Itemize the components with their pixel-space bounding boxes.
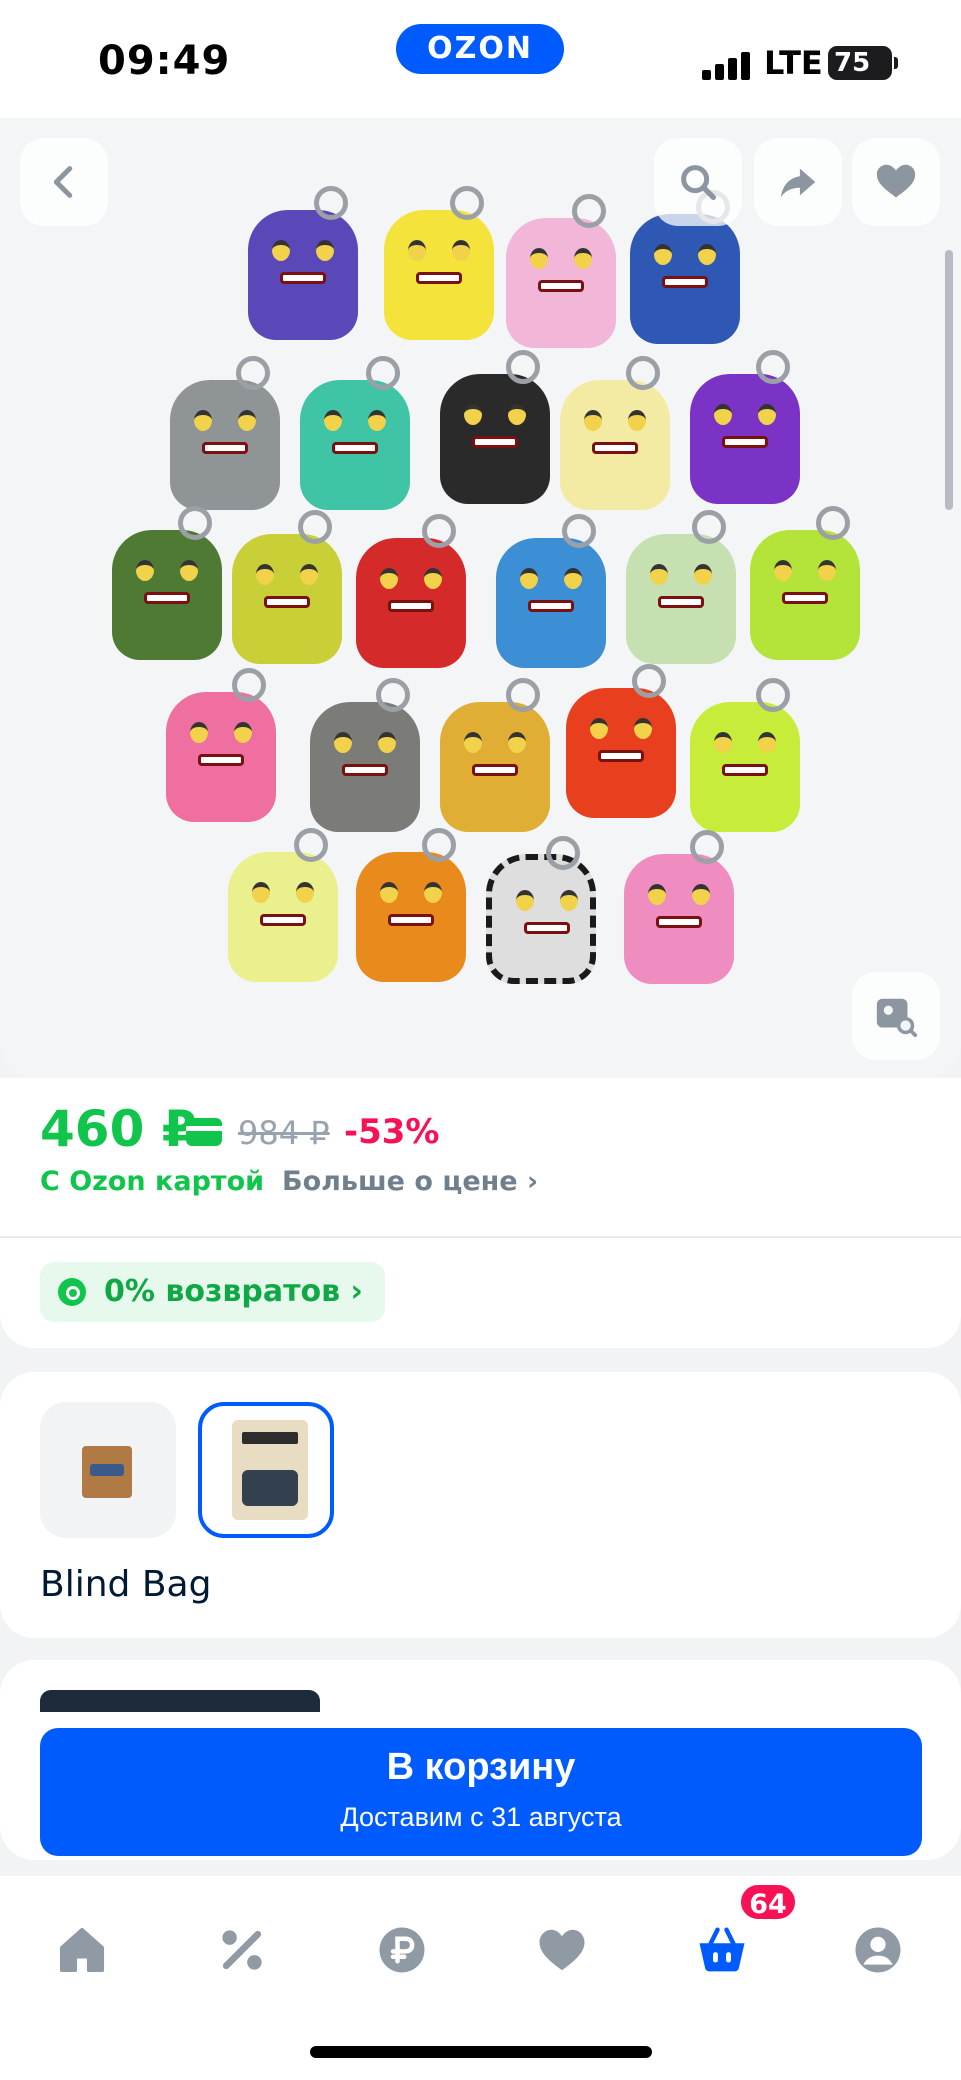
price-block: 460 ₽ 984 ₽ -53% С Ozon картой Больше о … (0, 1078, 961, 1236)
tab-profile[interactable] (838, 1910, 918, 1990)
discount-percent: -53% (344, 1112, 440, 1152)
status-time: 09:49 (98, 38, 231, 84)
tab-cart[interactable] (682, 1910, 762, 1990)
percent-icon (222, 1930, 262, 1970)
section-title-obscured (40, 1690, 320, 1712)
profile-icon (855, 1927, 901, 1973)
tab-payments[interactable] (362, 1910, 442, 1990)
variant-blind-bag[interactable] (198, 1402, 334, 1538)
heart-icon (876, 164, 916, 198)
ruble-icon (379, 1927, 425, 1973)
back-icon (53, 166, 73, 198)
delivery-date-label: Доставим с 31 августа (340, 1802, 622, 1832)
returns-icon (58, 1278, 86, 1306)
battery-icon: 75 (828, 46, 898, 80)
cart-count-badge: 64 (738, 1882, 798, 1922)
favorite-button[interactable] (852, 138, 940, 226)
tab-discounts[interactable] (202, 1910, 282, 1990)
add-to-cart-label: В корзину (386, 1746, 576, 1788)
status-bar: 09:49 OZON LTE 75 (0, 0, 961, 118)
ozon-card-icon (186, 1118, 222, 1146)
product-gallery[interactable] (0, 118, 961, 1078)
cart-icon (699, 1927, 745, 1972)
returns-block: 0% возвратов › (0, 1238, 961, 1348)
image-search-icon (876, 998, 918, 1038)
ozon-logo[interactable]: OZON (396, 24, 564, 74)
image-search-button[interactable] (852, 972, 940, 1060)
returns-label: 0% возвратов › (104, 1274, 363, 1309)
variant-blind-bag-image (232, 1420, 308, 1520)
search-button[interactable] (654, 138, 742, 226)
network-type: LTE (764, 44, 823, 82)
selected-variant-label: Blind Bag (40, 1564, 212, 1605)
returns-badge[interactable]: 0% возвратов › (40, 1262, 385, 1322)
home-indicator[interactable] (310, 2046, 652, 2058)
product-image[interactable] (0, 118, 961, 1078)
current-price: 460 ₽ (40, 1100, 197, 1158)
old-price: 984 ₽ (238, 1114, 330, 1152)
share-button[interactable] (754, 138, 842, 226)
heart-icon (539, 1929, 585, 1971)
signal-icon (702, 52, 752, 80)
variant-box-image (82, 1446, 132, 1498)
variant-box[interactable] (40, 1402, 176, 1538)
more-about-price-link[interactable]: Больше о цене › (282, 1166, 538, 1197)
tab-home[interactable] (42, 1910, 122, 1990)
tab-favorites[interactable] (522, 1910, 602, 1990)
share-icon (780, 168, 816, 198)
variants-block: Blind Bag (0, 1372, 961, 1638)
home-icon (59, 1927, 105, 1973)
search-icon (681, 165, 717, 201)
ozon-card-price-label: С Ozon картой (40, 1166, 265, 1197)
add-to-cart-button[interactable]: В корзину Доставим с 31 августа (40, 1728, 922, 1856)
gallery-scrollbar[interactable] (945, 250, 953, 510)
back-button[interactable] (20, 138, 108, 226)
